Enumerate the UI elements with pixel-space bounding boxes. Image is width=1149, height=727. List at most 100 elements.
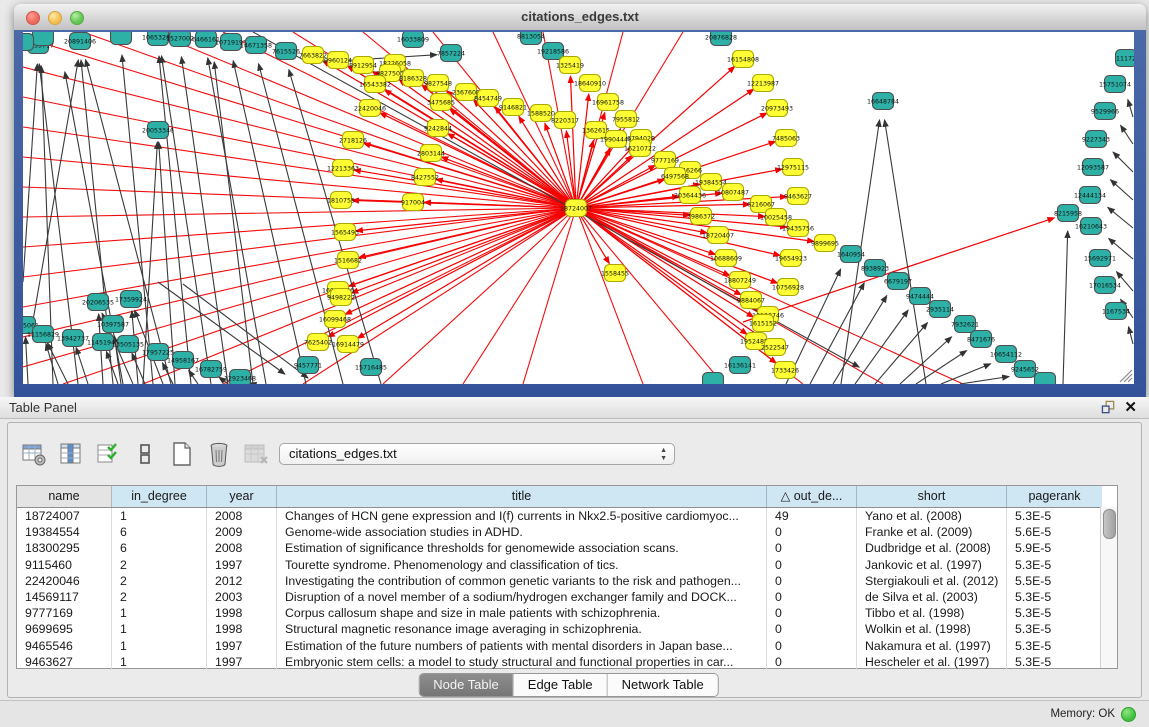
table-cell[interactable]: 2008 (207, 508, 277, 524)
table-settings-icon[interactable] (20, 440, 48, 468)
table-cell[interactable]: 5.6E-5 (1007, 524, 1102, 540)
table-cell[interactable]: 2003 (207, 589, 277, 605)
table-cell[interactable]: 18300295 (17, 540, 112, 556)
graph-node[interactable] (1035, 373, 1056, 385)
table-cell[interactable]: Dudbridge et al. (2008) (857, 540, 1007, 556)
table-cell[interactable]: 2 (112, 589, 207, 605)
network-canvas[interactable]: 1405571720891406106532871527002646616110… (23, 32, 1134, 384)
table-cell[interactable]: Corpus callosum shape and size in male p… (277, 605, 767, 621)
table-cell[interactable]: 1 (112, 638, 207, 654)
table-cell[interactable]: Franke et al. (2009) (857, 524, 1007, 540)
memory-status-icon[interactable] (1121, 707, 1136, 722)
table-row[interactable]: 911546021997Tourette syndrome. Phenomeno… (17, 557, 1117, 573)
delete-table-icon[interactable] (242, 440, 270, 468)
rows-icon[interactable] (131, 440, 159, 468)
new-column-icon[interactable] (168, 440, 196, 468)
table-cell[interactable]: de Silva et al. (2003) (857, 589, 1007, 605)
delete-column-icon[interactable] (205, 440, 233, 468)
table-cell[interactable]: Nakamura et al. (1997) (857, 638, 1007, 654)
table-cell[interactable]: 1 (112, 621, 207, 637)
table-cell[interactable]: Genome-wide association studies in ADHD. (277, 524, 767, 540)
table-cell[interactable]: 0 (767, 621, 857, 637)
graph-node[interactable] (33, 32, 54, 46)
table-checks-icon[interactable] (94, 440, 122, 468)
table-cell[interactable]: 0 (767, 573, 857, 589)
table-cell[interactable]: 0 (767, 638, 857, 654)
table-cell[interactable]: Changes of HCN gene expression and I(f) … (277, 508, 767, 524)
table-selector-dropdown[interactable]: citations_edges.txt ▲▼ (279, 443, 675, 465)
table-cell[interactable]: 0 (767, 540, 857, 556)
table-row[interactable]: 946554611997Estimation of the future num… (17, 638, 1117, 654)
table-cell[interactable]: 49 (767, 508, 857, 524)
table-cell[interactable]: 1997 (207, 557, 277, 573)
column-header-name[interactable]: name (17, 486, 112, 507)
table-cell[interactable]: 5.9E-5 (1007, 540, 1102, 556)
table-cell[interactable]: 0 (767, 605, 857, 621)
table-row[interactable]: 977716911998Corpus callosum shape and si… (17, 605, 1117, 621)
table-cell[interactable]: Disruption of a novel member of a sodium… (277, 589, 767, 605)
table-cell[interactable]: Investigating the contribution of common… (277, 573, 767, 589)
table-cell[interactable]: Structural magnetic resonance image aver… (277, 621, 767, 637)
graph-node[interactable] (23, 34, 34, 51)
table-row[interactable]: 1830029562008Estimation of significance … (17, 540, 1117, 556)
table-cell[interactable]: 9465546 (17, 638, 112, 654)
table-cell[interactable]: 5.3E-5 (1007, 508, 1102, 524)
table-cell[interactable]: 2012 (207, 573, 277, 589)
table-row[interactable]: 1872400712008Changes of HCN gene express… (17, 508, 1117, 524)
table-cell[interactable]: 0 (767, 589, 857, 605)
table-cell[interactable]: 9463627 (17, 654, 112, 670)
tab-edge-table[interactable]: Edge Table (514, 674, 608, 696)
table-cell[interactable]: 9699695 (17, 621, 112, 637)
table-cell[interactable]: Wolkin et al. (1998) (857, 621, 1007, 637)
table-cell[interactable]: Estimation of the future numbers of pati… (277, 638, 767, 654)
table-cell[interactable]: 9115460 (17, 557, 112, 573)
table-cell[interactable]: 14569117 (17, 589, 112, 605)
column-header-year[interactable]: year (207, 486, 277, 507)
column-header-pagerank[interactable]: pagerank (1007, 486, 1102, 507)
table-cell[interactable]: 5.3E-5 (1007, 654, 1102, 670)
table-cell[interactable]: 1998 (207, 621, 277, 637)
table-cell[interactable]: 2 (112, 573, 207, 589)
tab-node-table[interactable]: Node Table (419, 674, 514, 696)
table-cell[interactable]: Jankovic et al. (1997) (857, 557, 1007, 573)
column-header-title[interactable]: title (277, 486, 767, 507)
table-cell[interactable]: Hescheler et al. (1997) (857, 654, 1007, 670)
table-cell[interactable]: 0 (767, 524, 857, 540)
table-cell[interactable]: 5.3E-5 (1007, 589, 1102, 605)
table-cell[interactable]: 2009 (207, 524, 277, 540)
graph-node[interactable] (703, 373, 724, 385)
table-cell[interactable]: 5.5E-5 (1007, 573, 1102, 589)
table-row[interactable]: 1938455462009Genome-wide association stu… (17, 524, 1117, 540)
table-cell[interactable]: 1 (112, 508, 207, 524)
graph-node[interactable] (111, 32, 132, 45)
float-panel-icon[interactable] (1101, 400, 1116, 415)
scrollbar-thumb[interactable] (1103, 509, 1116, 539)
table-row[interactable]: 969969511998Structural magnetic resonanc… (17, 621, 1117, 637)
vertical-scrollbar[interactable] (1100, 507, 1117, 668)
table-cell[interactable]: 19384554 (17, 524, 112, 540)
column-header-out_de[interactable]: △ out_de... (767, 486, 857, 507)
table-row[interactable]: 1456911722003Disruption of a novel membe… (17, 589, 1117, 605)
table-cell[interactable]: 0 (767, 654, 857, 670)
table-row[interactable]: 2242004622012Investigating the contribut… (17, 573, 1117, 589)
table-cell[interactable]: 6 (112, 524, 207, 540)
citation-network-graph[interactable]: 1405571720891406106532871527002646616110… (23, 32, 1134, 384)
table-cell[interactable]: 2008 (207, 540, 277, 556)
table-cell[interactable]: 6 (112, 540, 207, 556)
table-cell[interactable]: 1997 (207, 638, 277, 654)
table-cell[interactable]: 5.3E-5 (1007, 557, 1102, 573)
resize-grip[interactable] (1120, 370, 1132, 382)
column-header-in_degree[interactable]: in_degree (112, 486, 207, 507)
table-cell[interactable]: 5.3E-5 (1007, 638, 1102, 654)
table-cell[interactable]: 2 (112, 557, 207, 573)
table-cell[interactable]: 9777169 (17, 605, 112, 621)
table-cell[interactable]: 22420046 (17, 573, 112, 589)
table-cell[interactable]: 5.3E-5 (1007, 605, 1102, 621)
table-cell[interactable]: 5.3E-5 (1007, 621, 1102, 637)
tab-network-table[interactable]: Network Table (608, 674, 718, 696)
table-cell[interactable]: 0 (767, 557, 857, 573)
table-cell[interactable]: Tourette syndrome. Phenomenology and cla… (277, 557, 767, 573)
table-cell[interactable]: 18724007 (17, 508, 112, 524)
close-panel-icon[interactable]: ✕ (1124, 398, 1137, 416)
table-cell[interactable]: 1997 (207, 654, 277, 670)
